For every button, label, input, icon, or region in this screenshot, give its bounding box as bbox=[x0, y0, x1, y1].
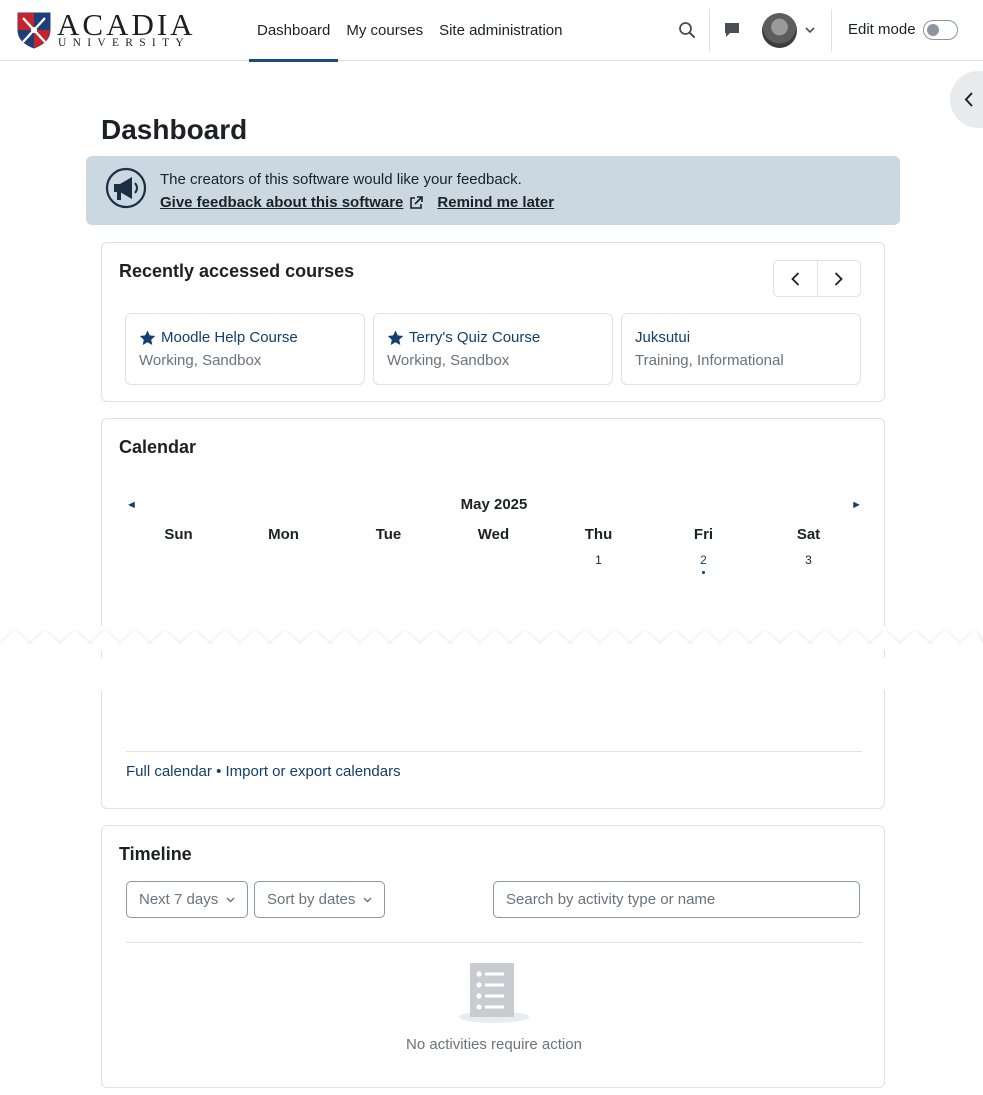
next-month-arrow[interactable]: ► bbox=[851, 499, 862, 511]
calendar-header: ◄ May 2025 ► bbox=[126, 496, 862, 516]
weekday-fri: Fri bbox=[693, 526, 714, 543]
nav-dashboard[interactable]: Dashboard bbox=[249, 0, 339, 62]
nav-site-administration[interactable]: Site administration bbox=[431, 0, 570, 61]
torn-edge bbox=[0, 626, 983, 650]
feedback-message: The creators of this software would like… bbox=[160, 171, 522, 188]
divider bbox=[126, 751, 862, 752]
calendar-date bbox=[336, 553, 441, 567]
import-export-calendars-link[interactable]: Import or export calendars bbox=[226, 763, 401, 780]
edit-mode-label: Edit mode bbox=[848, 21, 916, 38]
chevron-down-icon bbox=[363, 897, 372, 902]
external-link-icon bbox=[410, 195, 424, 209]
activities-list-icon bbox=[459, 963, 529, 1023]
calendar-month: May 2025 bbox=[460, 496, 528, 513]
course-category: Training, Informational bbox=[635, 352, 784, 369]
megaphone-icon bbox=[105, 167, 147, 209]
open-drawer-button[interactable] bbox=[950, 71, 983, 128]
sort-select[interactable]: Sort by dates bbox=[254, 881, 386, 918]
course-name-link[interactable]: Juksutui bbox=[635, 329, 690, 346]
primary-navigation: Dashboard My courses Site administration bbox=[249, 0, 570, 62]
course-name-link[interactable]: Moodle Help Course bbox=[139, 329, 298, 346]
link-separator: • bbox=[216, 763, 222, 780]
course-name: Juksutui bbox=[635, 329, 691, 346]
chevron-down-icon bbox=[226, 897, 235, 902]
timeline-title: Timeline bbox=[119, 844, 192, 864]
search-icon[interactable] bbox=[678, 21, 696, 39]
calendar-block: Calendar ◄ May 2025 ► Sun Mon Tue Wed Th… bbox=[101, 418, 885, 658]
course-card[interactable]: Juksutui Training, Informational bbox=[621, 313, 861, 385]
give-feedback-link[interactable]: Give feedback about this software bbox=[160, 194, 403, 211]
next-courses-button[interactable] bbox=[816, 261, 860, 296]
course-name: Moodle Help Course bbox=[161, 329, 298, 346]
chevron-left-icon bbox=[791, 271, 800, 286]
calendar-block-footer: Full calendar • Import or export calenda… bbox=[101, 690, 885, 809]
course-name-link[interactable]: Terry's Quiz Course bbox=[387, 329, 540, 346]
chevron-left-icon bbox=[964, 92, 973, 107]
course-name: Terry's Quiz Course bbox=[409, 329, 541, 346]
page-title: Dashboard bbox=[101, 114, 248, 145]
timeline-empty-message: No activities require action bbox=[406, 1036, 582, 1053]
calendar-week-row: 1 2 3 bbox=[126, 553, 861, 574]
previous-courses-button[interactable] bbox=[774, 261, 817, 296]
course-card[interactable]: Terry's Quiz Course Working, Sandbox bbox=[373, 313, 613, 385]
course-pager bbox=[773, 260, 861, 297]
messages-icon[interactable] bbox=[724, 22, 740, 39]
calendar-date bbox=[441, 553, 546, 567]
feedback-actions: Give feedback about this software Remind… bbox=[160, 194, 554, 211]
edit-mode-toggle[interactable] bbox=[923, 20, 958, 40]
weekday-tue: Tue bbox=[375, 526, 402, 543]
calendar-footer-links: Full calendar • Import or export calenda… bbox=[126, 763, 401, 780]
user-avatar[interactable] bbox=[762, 13, 797, 48]
toggle-knob bbox=[927, 24, 939, 36]
course-card[interactable]: Moodle Help Course Working, Sandbox bbox=[125, 313, 365, 385]
nav-divider bbox=[709, 9, 710, 52]
calendar-weekdays: Sun Mon Tue Wed Thu Fri Sat bbox=[126, 526, 861, 543]
calendar-date: 1 bbox=[595, 553, 602, 567]
acadia-logo[interactable]: ACADIA UNIVERSITY bbox=[17, 7, 196, 51]
recent-courses-title: Recently accessed courses bbox=[119, 261, 355, 281]
full-calendar-link[interactable]: Full calendar bbox=[126, 763, 212, 780]
star-icon bbox=[387, 330, 404, 345]
logo-wordmark: ACADIA bbox=[57, 7, 196, 42]
nav-my-courses[interactable]: My courses bbox=[338, 0, 431, 61]
remind-later-link[interactable]: Remind me later bbox=[437, 194, 554, 211]
weekday-sun: Sun bbox=[164, 526, 193, 543]
chevron-right-icon bbox=[835, 271, 844, 286]
calendar-date bbox=[231, 553, 336, 567]
nav-divider bbox=[831, 9, 832, 52]
sort-value: Sort by dates bbox=[267, 891, 356, 908]
calendar-date: 3 bbox=[805, 553, 812, 567]
star-icon bbox=[139, 330, 156, 345]
chevron-down-icon[interactable] bbox=[805, 27, 815, 34]
calendar-date-with-event[interactable]: 2 bbox=[651, 553, 756, 574]
course-category: Working, Sandbox bbox=[139, 352, 262, 369]
weekday-mon: Mon bbox=[268, 526, 299, 543]
course-category: Working, Sandbox bbox=[387, 352, 510, 369]
weekday-thu: Thu bbox=[584, 526, 613, 543]
weekday-wed: Wed bbox=[477, 526, 510, 543]
calendar-title: Calendar bbox=[119, 437, 197, 457]
timeline-search-input[interactable] bbox=[493, 881, 860, 918]
logo-subtitle: UNIVERSITY bbox=[58, 37, 190, 49]
recent-courses-block: Recently accessed courses Moodle Help Co… bbox=[101, 242, 885, 402]
day-range-select[interactable]: Next 7 days bbox=[126, 881, 249, 918]
weekday-sat: Sat bbox=[796, 526, 821, 543]
top-navbar: ACADIA UNIVERSITY Dashboard My courses S… bbox=[0, 0, 983, 62]
timeline-block: Timeline Next 7 days Sort by dates No ac… bbox=[101, 825, 885, 1088]
divider bbox=[126, 942, 862, 943]
day-range-value: Next 7 days bbox=[139, 891, 219, 908]
feedback-banner: The creators of this software would like… bbox=[86, 156, 900, 225]
shield-icon bbox=[17, 12, 51, 49]
calendar-date bbox=[126, 553, 231, 567]
